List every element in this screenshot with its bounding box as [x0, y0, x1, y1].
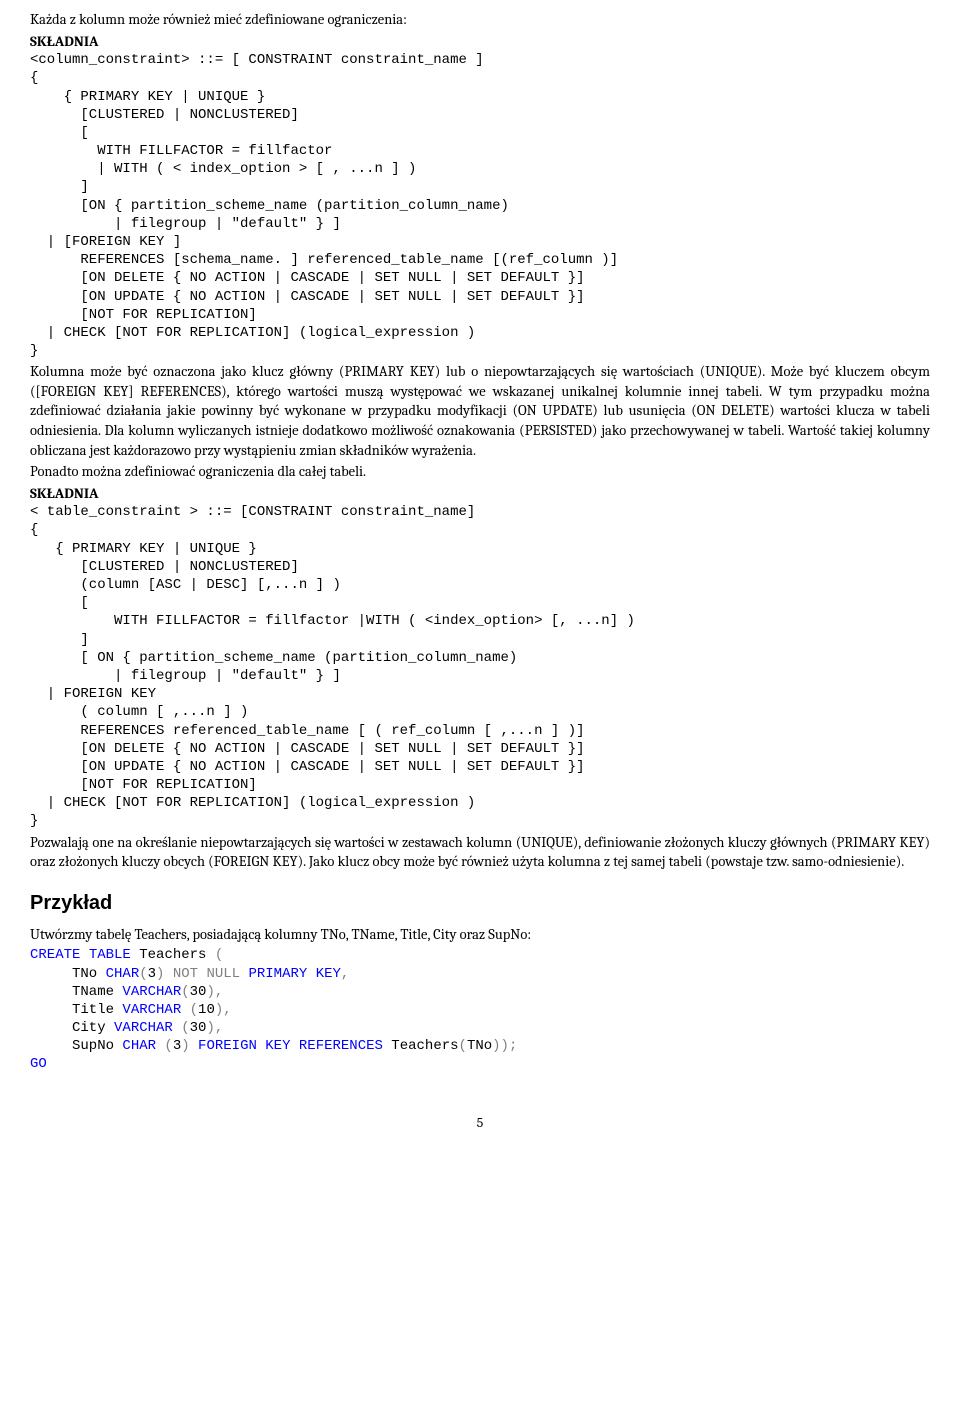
paragraph-2: Kolumna może być oznaczona jako klucz gł… [30, 362, 930, 460]
code-block-table-constraint: < table_constraint > ::= [CONSTRAINT con… [30, 503, 930, 830]
paragraph-4: Pozwalają one na określanie niepowtarzaj… [30, 833, 930, 872]
paragraph-3: Ponadto można zdefiniować ograniczenia d… [30, 462, 930, 482]
heading-example: Przykład [30, 890, 930, 917]
code-block-column-constraint: <column_constraint> ::= [ CONSTRAINT con… [30, 51, 930, 360]
heading-skladnia-2: SKŁADNIA [30, 484, 930, 504]
paragraph-5: Utwórzmy tabelę Teachers, posiadającą ko… [30, 925, 930, 945]
code-block-sql-example: CREATE TABLE Teachers ( TNo CHAR(3) NOT … [30, 946, 930, 1073]
heading-skladnia-1: SKŁADNIA [30, 32, 930, 52]
page-number: 5 [30, 1114, 930, 1133]
intro-text-1: Każda z kolumn może również mieć zdefini… [30, 10, 930, 30]
